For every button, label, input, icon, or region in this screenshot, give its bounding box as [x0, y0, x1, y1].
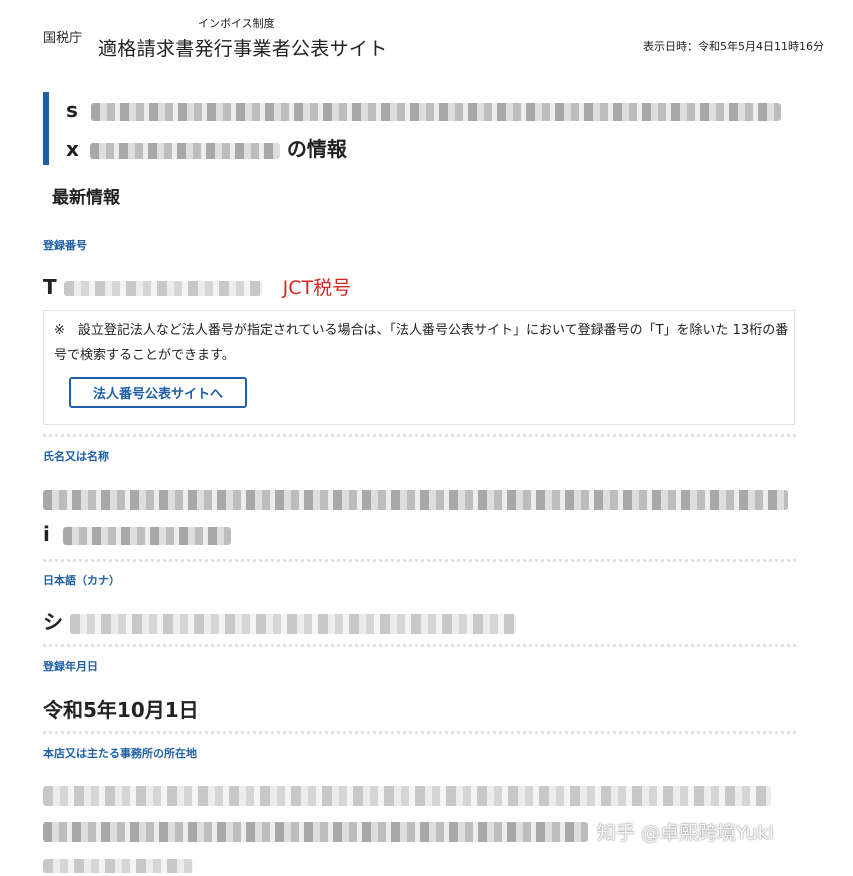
section-title: 最新情報 — [52, 188, 120, 208]
notice-text: ※ 設立登記法人など法人番号が指定されている場合は、「法人番号公表サイト」におい… — [54, 323, 789, 363]
name-prefix: i — [43, 522, 50, 546]
address-value-line-2 — [43, 818, 588, 842]
registration-date-label: 登録年月日 — [43, 660, 98, 673]
heading-prefix: s — [66, 98, 78, 122]
divider — [43, 434, 796, 437]
address-label: 本店又は主たる事務所の所在地 — [43, 747, 197, 760]
display-time: 表示日時：令和5年5月4日11時16分 — [643, 40, 824, 53]
redacted-name — [62, 526, 231, 545]
redacted-number — [63, 281, 262, 296]
agency-name[interactable]: 国税庁 — [43, 27, 82, 46]
site-title[interactable]: 適格請求書発行事業者公表サイト — [98, 34, 388, 61]
divider — [43, 559, 796, 562]
divider — [43, 644, 796, 647]
registration-number-value: T JCT税号 — [43, 273, 351, 300]
registration-prefix: T — [43, 275, 57, 299]
redacted-kana — [69, 613, 516, 634]
annotation-label: JCT税号 — [282, 277, 352, 299]
watermark: 知乎 @卓熙跨境Yuki — [597, 822, 774, 844]
heading-suffix: の情報 — [286, 137, 347, 161]
redacted-address — [43, 785, 771, 806]
registration-number-label: 登録番号 — [43, 239, 87, 252]
corporate-number-site-button[interactable]: 法人番号公表サイトへ — [69, 377, 247, 408]
kana-label: 日本語（カナ） — [43, 574, 120, 587]
registration-date-value: 令和5年10月1日 — [43, 698, 199, 722]
redacted-address — [43, 821, 588, 842]
divider — [43, 731, 796, 734]
redacted-name — [90, 102, 781, 121]
address-value-line-3 — [43, 852, 193, 876]
kana-prefix: シ — [43, 610, 63, 634]
name-value-line-1 — [43, 486, 788, 510]
heading-accent-bar — [43, 92, 49, 165]
page-heading-line-1: s — [66, 98, 781, 122]
page-heading-line-2: x の情報 — [66, 133, 347, 162]
site-subtitle: インボイス制度 — [198, 17, 275, 30]
kana-value: シ — [43, 606, 516, 635]
name-value-line-2: i — [43, 522, 231, 546]
notice-box: ※ 設立登記法人など法人番号が指定されている場合は、「法人番号公表サイト」におい… — [43, 310, 795, 425]
redacted-name — [43, 489, 788, 510]
redacted-name — [89, 142, 280, 159]
name-label: 氏名又は名称 — [43, 450, 109, 463]
address-value-line-1 — [43, 782, 771, 806]
heading-prefix: x — [66, 137, 79, 161]
